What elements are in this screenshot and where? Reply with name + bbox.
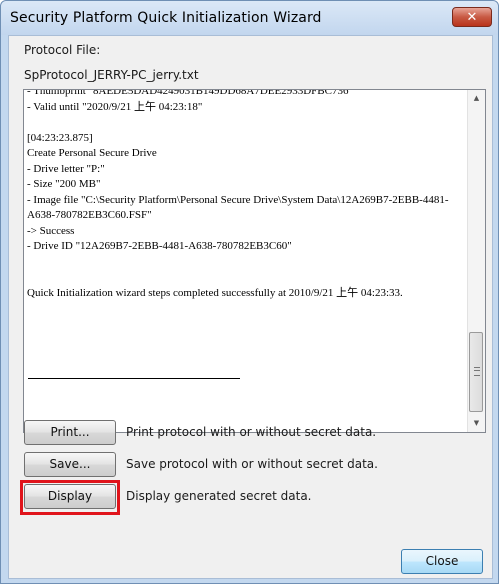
display-description: Display generated secret data. <box>126 489 312 503</box>
window-close-button[interactable]: ✕ <box>452 7 492 27</box>
save-description: Save protocol with or without secret dat… <box>126 457 378 471</box>
log-line: - Drive ID "12A269B7-2EBB-4481-A638-7807… <box>27 240 292 252</box>
print-button[interactable]: Print... <box>24 420 116 445</box>
vertical-scrollbar[interactable]: ▲ ▼ <box>467 90 485 432</box>
log-line: - Drive letter "P:" <box>27 162 105 175</box>
protocol-file-label: Protocol File: <box>24 43 101 57</box>
print-description: Print protocol with or without secret da… <box>126 425 377 439</box>
save-button[interactable]: Save... <box>24 452 116 477</box>
close-icon: ✕ <box>466 10 478 25</box>
scroll-down-arrow-icon[interactable]: ▼ <box>468 415 485 432</box>
log-line: - Image file "C:\Security Platform\Perso… <box>27 193 449 222</box>
scrollbar-thumb[interactable] <box>469 332 483 412</box>
grip-icon <box>474 367 480 376</box>
log-line: - Valid until "2020/9/21 上午 04:23:18" <box>27 100 203 113</box>
display-button[interactable]: Display <box>24 484 116 509</box>
scroll-up-arrow-icon[interactable]: ▲ <box>468 90 485 107</box>
close-button[interactable]: Close <box>401 549 483 574</box>
log-line: - Thumbprint "8AEDE5DAD4249031B149DD68A7… <box>27 89 353 97</box>
protocol-log-text: - Thumbprint "8AEDE5DAD4249031B149DD68A7… <box>27 89 463 301</box>
dialog-body: Protocol File: SpProtocol_JERRY-PC_jerry… <box>8 35 493 579</box>
log-separator-line <box>28 378 240 379</box>
log-line: -> Success <box>27 224 75 237</box>
title-bar: Security Platform Quick Initialization W… <box>1 1 498 35</box>
window-title: Security Platform Quick Initialization W… <box>10 10 322 26</box>
log-line: - Size "200 MB" <box>27 178 101 190</box>
log-line: [04:23:23.875] <box>27 131 93 144</box>
protocol-file-name: SpProtocol_JERRY-PC_jerry.txt <box>24 68 199 82</box>
log-line: Quick Initialization wizard steps comple… <box>27 286 403 299</box>
wizard-window: Security Platform Quick Initialization W… <box>0 0 499 584</box>
log-line: Create Personal Secure Drive <box>27 147 157 159</box>
protocol-log-textbox[interactable]: - Thumbprint "8AEDE5DAD4249031B149DD68A7… <box>23 89 486 433</box>
